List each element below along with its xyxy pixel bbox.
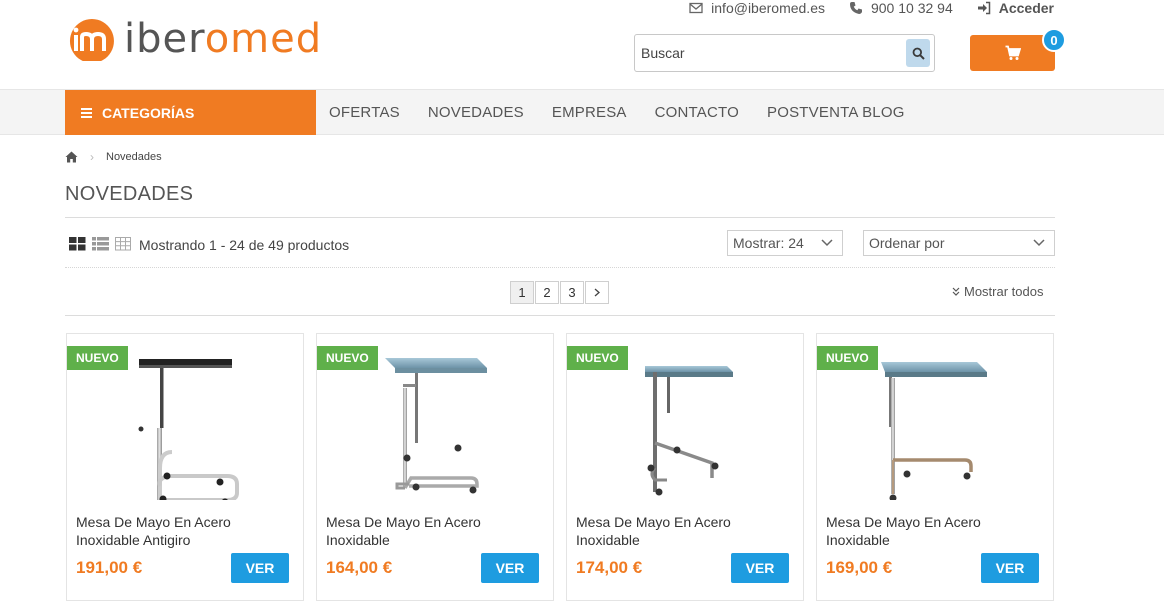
title-divider bbox=[65, 217, 1055, 218]
product-card[interactable]: NUEVO Mesa De Mayo En Acero Inoxidable 1… bbox=[816, 333, 1054, 601]
home-icon[interactable] bbox=[65, 151, 78, 163]
categories-menu-button[interactable]: CATEGORÍAS bbox=[65, 90, 316, 135]
cart-button[interactable]: 0 bbox=[970, 28, 1066, 71]
next-page-button[interactable] bbox=[585, 281, 609, 304]
show-all-link[interactable]: Mostrar todos bbox=[952, 284, 1043, 299]
product-card[interactable]: NUEVO Mesa De Mayo En Acero Inoxidable A… bbox=[66, 333, 304, 601]
search-icon bbox=[912, 47, 925, 60]
phone-icon bbox=[849, 2, 862, 14]
product-name[interactable]: Mesa De Mayo En Acero Inoxidable bbox=[576, 513, 796, 549]
grid-icon[interactable] bbox=[69, 237, 86, 251]
new-badge: NUEVO bbox=[67, 346, 128, 370]
cart-icon bbox=[1005, 45, 1021, 60]
pagination: 1 2 3 bbox=[510, 281, 609, 304]
product-name[interactable]: Mesa De Mayo En Acero Inoxidable bbox=[326, 513, 546, 549]
breadcrumb-separator: › bbox=[90, 150, 94, 164]
table-icon[interactable] bbox=[115, 237, 132, 251]
view-mode-switcher bbox=[69, 237, 132, 251]
product-price: 169,00 € bbox=[826, 558, 893, 577]
nav-link-empresa[interactable]: EMPRESA bbox=[538, 104, 641, 121]
chevron-down-icon bbox=[1033, 239, 1045, 247]
product-card[interactable]: NUEVO Mesa De Mayo En Acero Inoxidable 1… bbox=[316, 333, 554, 601]
view-product-button[interactable]: VER bbox=[231, 553, 289, 583]
phone-text: 900 10 32 94 bbox=[870, 0, 953, 16]
sign-in-icon bbox=[977, 1, 990, 15]
login-text: Acceder bbox=[998, 0, 1054, 16]
page-2[interactable]: 2 bbox=[535, 281, 559, 304]
per-page-select[interactable]: Mostrar: 24 bbox=[727, 230, 843, 256]
view-product-button[interactable]: VER bbox=[731, 553, 789, 583]
page-3[interactable]: 3 bbox=[560, 281, 584, 304]
site-logo[interactable]: iberomed bbox=[66, 17, 322, 61]
page-title: NOVEDADES bbox=[65, 183, 194, 205]
product-image[interactable] bbox=[337, 348, 533, 500]
envelope-icon bbox=[689, 2, 703, 14]
hamburger-icon bbox=[81, 107, 92, 118]
page-1[interactable]: 1 bbox=[510, 281, 534, 304]
nav-link-postventa-blog[interactable]: POSTVENTA BLOG bbox=[753, 104, 919, 121]
breadcrumb-current: Novedades bbox=[106, 151, 162, 163]
new-badge: NUEVO bbox=[567, 346, 628, 370]
pagination-divider bbox=[65, 315, 1055, 316]
list-icon[interactable] bbox=[92, 237, 109, 251]
product-name[interactable]: Mesa De Mayo En Acero Inoxidable Antigir… bbox=[76, 513, 296, 549]
product-image[interactable] bbox=[837, 348, 1033, 500]
logo-mark-icon bbox=[69, 19, 114, 61]
nav-link-novedades[interactable]: NOVEDADES bbox=[414, 104, 538, 121]
phone-link[interactable]: 900 10 32 94 bbox=[849, 0, 953, 16]
categories-label: CATEGORÍAS bbox=[102, 104, 195, 121]
chevron-right-icon bbox=[594, 288, 600, 297]
double-chevron-down-icon bbox=[952, 287, 960, 296]
search-input[interactable] bbox=[635, 35, 906, 71]
per-page-value: Mostrar: 24 bbox=[733, 235, 804, 251]
product-name[interactable]: Mesa De Mayo En Acero Inoxidable bbox=[826, 513, 1046, 549]
product-price: 164,00 € bbox=[326, 558, 393, 577]
nav-link-ofertas[interactable]: OFERTAS bbox=[315, 104, 414, 121]
login-link[interactable]: Acceder bbox=[977, 0, 1054, 16]
sort-value: Ordenar por bbox=[869, 235, 945, 251]
product-price: 174,00 € bbox=[576, 558, 643, 577]
view-product-button[interactable]: VER bbox=[481, 553, 539, 583]
product-card[interactable]: NUEVO Mesa De Mayo En Acero Inoxidable 1… bbox=[566, 333, 804, 601]
search-box bbox=[634, 34, 935, 72]
cart-count-badge: 0 bbox=[1042, 28, 1066, 52]
sort-select[interactable]: Ordenar por bbox=[863, 230, 1055, 256]
new-badge: NUEVO bbox=[317, 346, 378, 370]
main-navbar: CATEGORÍAS OFERTAS NOVEDADES EMPRESA CON… bbox=[0, 89, 1164, 135]
nav-links: OFERTAS NOVEDADES EMPRESA CONTACTO POSTV… bbox=[315, 90, 919, 135]
nav-link-contacto[interactable]: CONTACTO bbox=[641, 104, 753, 121]
results-count: Mostrando 1 - 24 de 49 productos bbox=[139, 237, 350, 253]
toolbar-divider bbox=[65, 267, 1055, 268]
product-price: 191,00 € bbox=[76, 558, 143, 577]
top-links: info@iberomed.es 900 10 32 94 Acceder bbox=[689, 0, 1054, 16]
product-image[interactable] bbox=[587, 348, 783, 500]
view-product-button[interactable]: VER bbox=[981, 553, 1039, 583]
show-all-text: Mostrar todos bbox=[964, 284, 1044, 299]
logo-wordmark: iberomed bbox=[124, 16, 323, 62]
search-button[interactable] bbox=[906, 39, 930, 67]
breadcrumb: › Novedades bbox=[65, 150, 162, 164]
email-text: info@iberomed.es bbox=[711, 0, 825, 16]
new-badge: NUEVO bbox=[817, 346, 878, 370]
product-image[interactable] bbox=[87, 348, 283, 500]
chevron-down-icon bbox=[821, 239, 833, 247]
email-link[interactable]: info@iberomed.es bbox=[689, 0, 825, 16]
